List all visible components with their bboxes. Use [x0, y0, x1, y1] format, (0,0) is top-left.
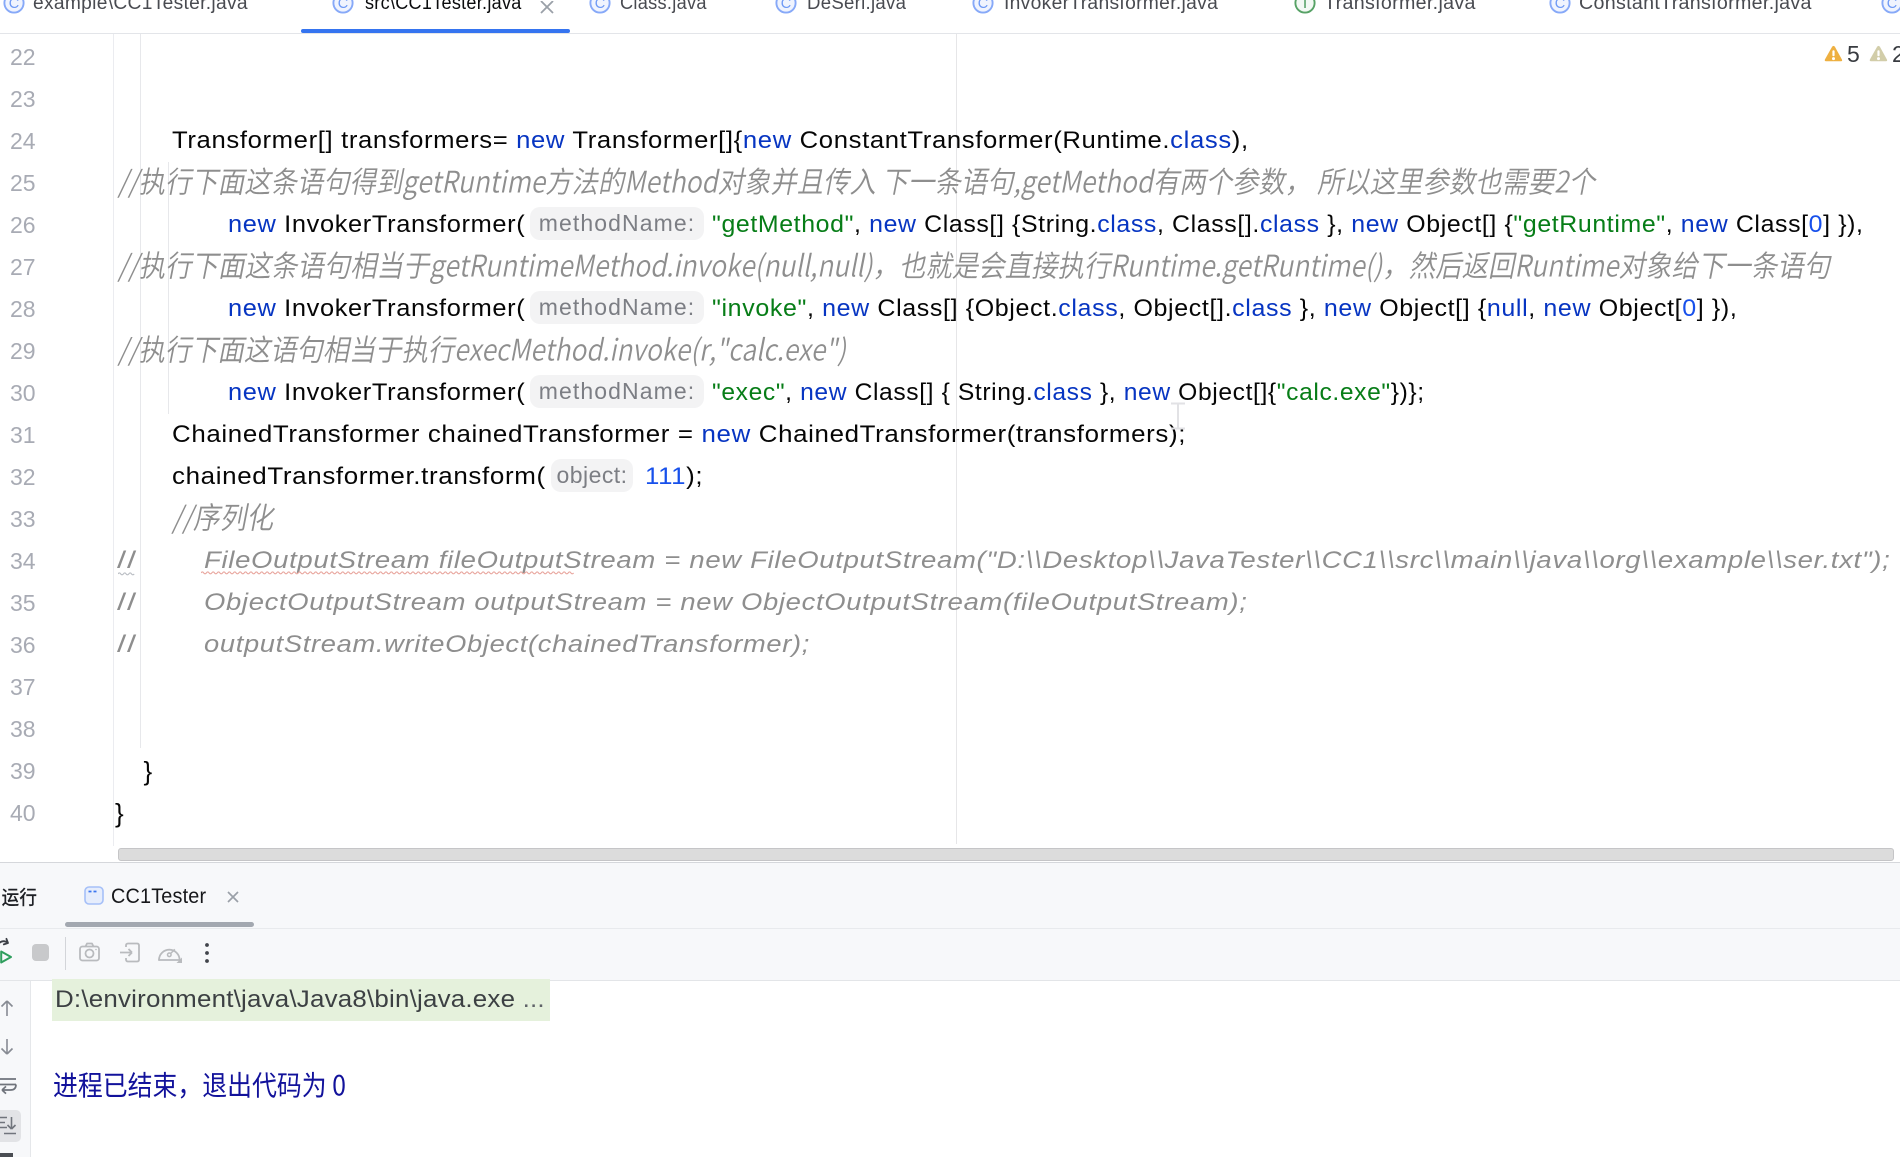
- svg-text:C: C: [595, 0, 605, 12]
- svg-text:C: C: [1887, 0, 1897, 12]
- svg-text:C: C: [1555, 0, 1565, 12]
- svg-text:C: C: [9, 0, 19, 12]
- svg-text:I: I: [1303, 0, 1307, 12]
- svg-text:C: C: [781, 0, 791, 12]
- svg-text:C: C: [978, 0, 988, 12]
- svg-text:C: C: [338, 0, 348, 12]
